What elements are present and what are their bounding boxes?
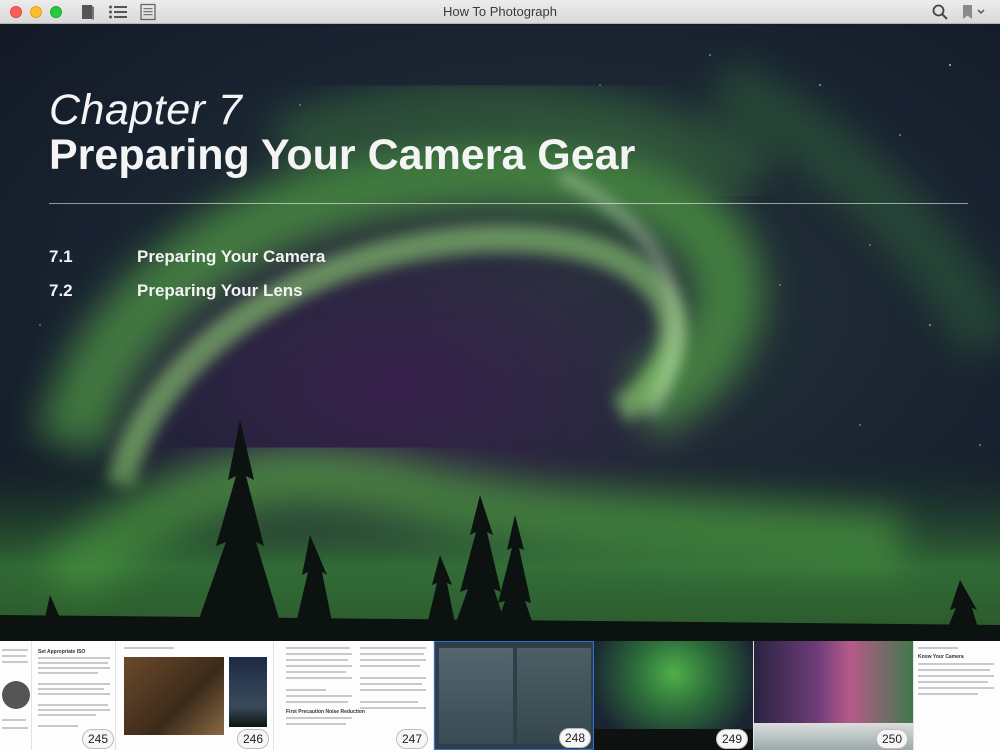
toc-link[interactable]: Preparing Your Lens [137, 281, 303, 301]
page-heading: First Precaution Noise Reduction [286, 709, 365, 715]
chapter-label: Chapter 7 [49, 86, 243, 134]
page-number: 245 [82, 729, 115, 749]
bookmark-icon[interactable] [960, 3, 988, 21]
page-photo [229, 657, 267, 727]
zoom-button[interactable] [50, 6, 62, 18]
window-title: How To Photograph [443, 4, 557, 19]
chapter-title: Preparing Your Camera Gear [49, 131, 636, 179]
notes-icon[interactable] [139, 3, 157, 21]
window-titlebar: How To Photograph [0, 0, 1000, 24]
close-button[interactable] [10, 6, 22, 18]
page-heading: Set Appropriate ISO [38, 649, 86, 655]
camera-photo [2, 681, 30, 709]
page-number: 249 [716, 729, 749, 749]
page-number: 248 [559, 728, 592, 748]
page-thumbnail[interactable] [0, 641, 32, 750]
minimize-button[interactable] [30, 6, 42, 18]
page-heading: Know Your Camera [918, 654, 964, 660]
page-number: 246 [237, 729, 270, 749]
list-icon[interactable] [108, 3, 128, 21]
page-thumbnail-248[interactable]: 248 [434, 641, 594, 750]
page-thumbnail-249[interactable]: 249 [594, 641, 754, 750]
toc-number: 7.1 [49, 247, 73, 266]
page-thumbnail-246[interactable]: 246 [116, 641, 274, 750]
book-icon[interactable] [80, 3, 96, 21]
page-thumbnail-245[interactable]: Set Appropriate ISO 245 [32, 641, 116, 750]
chapter-cover: Chapter 7 Preparing Your Camera Gear 7.1… [0, 25, 1000, 641]
page-photo [124, 657, 224, 735]
search-icon[interactable] [931, 3, 949, 21]
page-thumbnail-247[interactable]: First Precaution Noise Reduction 247 [274, 641, 434, 750]
page-number: 250 [876, 729, 909, 749]
page-photo [439, 648, 513, 744]
page-number: 247 [396, 729, 429, 749]
divider [49, 203, 968, 204]
toc-number: 7.2 [49, 281, 73, 300]
toc-link[interactable]: Preparing Your Camera [137, 247, 325, 267]
page-thumbnail-strip[interactable]: Set Appropriate ISO 245 246 First Precau… [0, 641, 1000, 750]
page-thumbnail-250[interactable]: 250 [754, 641, 914, 750]
page-thumbnail[interactable]: Know Your Camera [914, 641, 1000, 750]
